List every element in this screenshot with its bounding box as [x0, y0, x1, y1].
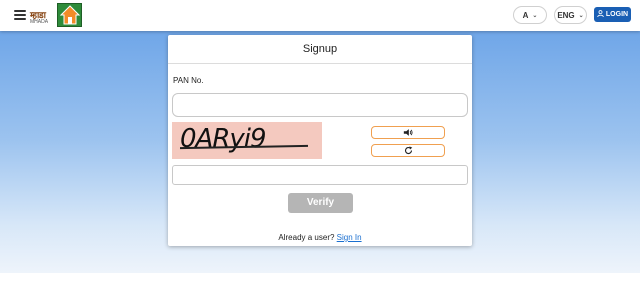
hamburger-icon[interactable] — [14, 10, 26, 20]
top-navbar: म्हाडा MHADA A ⌄ ENG ⌄ LOGIN — [0, 0, 640, 31]
pan-label: PAN No. — [173, 76, 204, 85]
verify-button[interactable]: Verify — [288, 193, 353, 213]
pan-input[interactable] — [172, 93, 468, 117]
speaker-icon — [403, 124, 413, 142]
refresh-icon — [404, 142, 413, 160]
font-size-label: A — [522, 10, 529, 20]
mhada-logo[interactable]: म्हाडा MHADA — [30, 3, 83, 27]
signup-card: Signup PAN No. 0ARyi9 Verify Already a u… — [168, 35, 472, 246]
user-icon — [597, 10, 604, 19]
captcha-input[interactable] — [172, 165, 468, 185]
captcha-audio-button[interactable] — [371, 126, 445, 139]
card-title: Signup — [168, 35, 472, 64]
logo-subtext: MHADA — [30, 19, 49, 25]
captcha-text: 0ARyi9 — [180, 124, 267, 154]
chevron-down-icon: ⌄ — [578, 12, 584, 19]
captcha-image: 0ARyi9 — [172, 122, 322, 159]
captcha-refresh-button[interactable] — [371, 144, 445, 157]
language-dropdown[interactable]: ENG ⌄ — [554, 6, 587, 24]
login-label: LOGIN — [605, 11, 629, 18]
signin-link[interactable]: Sign In — [337, 233, 362, 242]
already-user-text: Already a user? — [278, 233, 335, 242]
signin-prompt: Already a user? Sign In — [168, 233, 472, 242]
house-icon — [57, 3, 82, 27]
chevron-down-icon: ⌄ — [532, 12, 538, 19]
footer-strip — [0, 273, 640, 290]
font-size-dropdown[interactable]: A ⌄ — [513, 6, 547, 24]
language-label: ENG — [557, 10, 575, 20]
login-button[interactable]: LOGIN — [594, 7, 631, 22]
